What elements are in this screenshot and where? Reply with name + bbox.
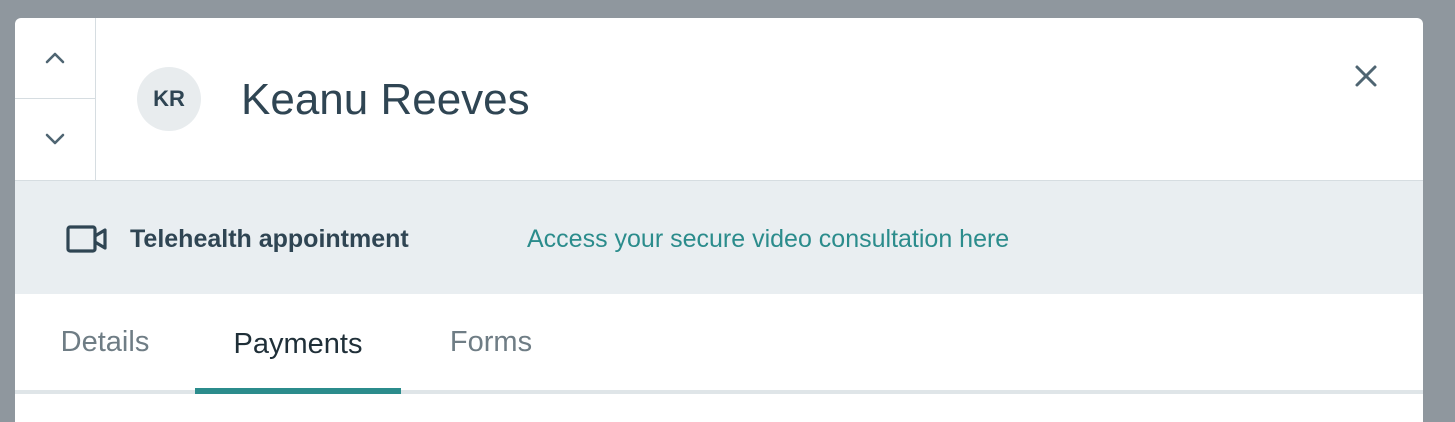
telehealth-banner: Telehealth appointment Access your secur… (15, 181, 1423, 294)
video-camera-icon (66, 225, 107, 253)
tab-details[interactable]: Details (51, 294, 159, 390)
tab-bar: Details Payments Forms (15, 294, 1423, 394)
panel-header: KR Keanu Reeves (15, 18, 1423, 181)
record-navigation (15, 18, 96, 180)
tab-payments[interactable]: Payments (195, 294, 401, 394)
previous-record-button[interactable] (15, 18, 95, 99)
chevron-down-icon (45, 133, 65, 145)
close-button[interactable] (1346, 56, 1386, 96)
next-record-button[interactable] (15, 99, 95, 179)
video-consultation-link[interactable]: Access your secure video consultation he… (527, 223, 1009, 255)
telehealth-label: Telehealth appointment (130, 225, 409, 253)
tab-forms[interactable]: Forms (437, 294, 545, 390)
patient-name: Keanu Reeves (241, 75, 530, 124)
close-icon (1355, 65, 1377, 87)
appointment-panel: KR Keanu Reeves Telehealth appointment A… (15, 18, 1423, 422)
avatar: KR (137, 67, 201, 131)
chevron-up-icon (45, 52, 65, 64)
